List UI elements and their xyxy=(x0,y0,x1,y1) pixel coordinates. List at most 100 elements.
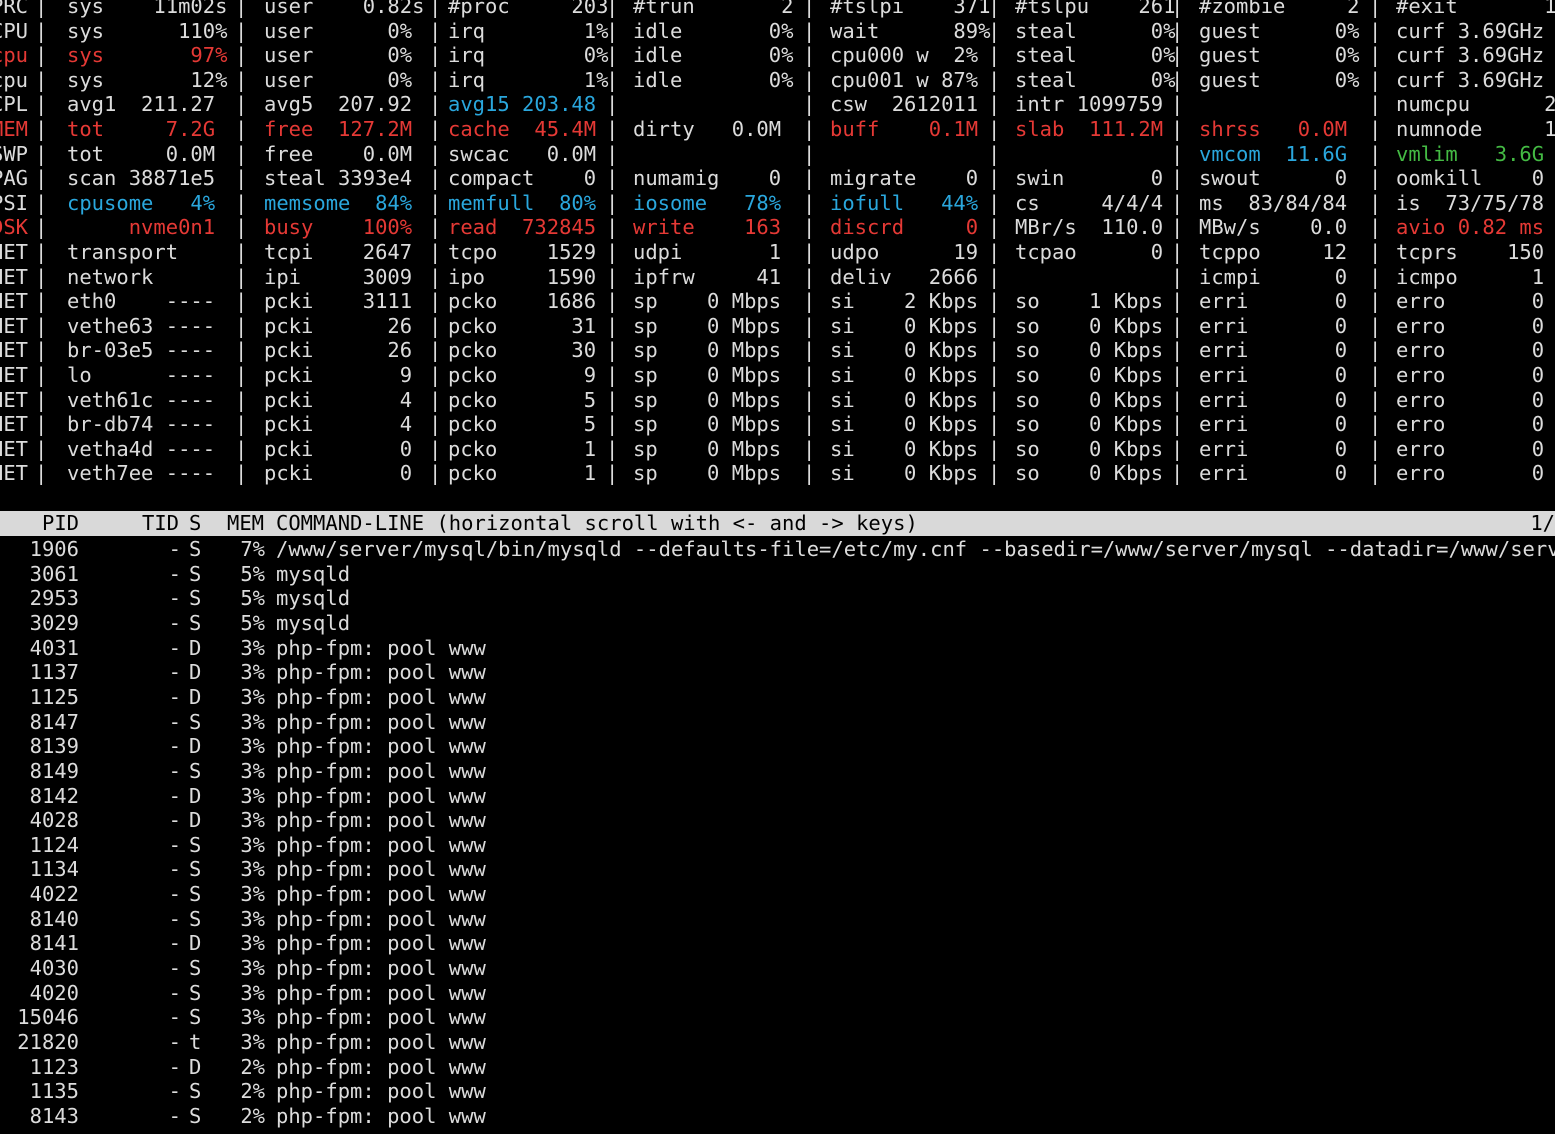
column-separator: | xyxy=(1171,436,1184,461)
process-state: S xyxy=(189,586,202,611)
process-row[interactable]: 1125 - D 3% php-fpm: pool www xyxy=(0,685,1555,710)
stat-cell: irq 1% xyxy=(448,18,609,43)
stat-cell: idle 0% xyxy=(633,67,794,92)
process-row[interactable]: 1124 - S 3% php-fpm: pool www xyxy=(0,833,1555,858)
stat-cell: curf 3.69GHz xyxy=(1396,43,1545,68)
process-mem: 2% xyxy=(240,1054,265,1079)
stat-row-label: NET xyxy=(0,412,29,437)
column-separator: | xyxy=(606,0,619,18)
process-row[interactable]: 3029 - S 5% mysqld xyxy=(0,611,1555,636)
stat-cell: icmpi 0 xyxy=(1199,264,1348,289)
process-row[interactable]: 8147 - S 3% php-fpm: pool www xyxy=(0,710,1555,735)
process-state: S xyxy=(189,857,202,882)
column-separator: | xyxy=(35,215,48,240)
column-separator: | xyxy=(1171,289,1184,314)
process-row[interactable]: 8139 - D 3% php-fpm: pool www xyxy=(0,734,1555,759)
process-state: D xyxy=(189,734,202,759)
stat-row-label: CPL xyxy=(0,92,29,117)
stat-cell: so 0 Kbps xyxy=(1015,313,1164,338)
column-separator: | xyxy=(606,166,619,191)
process-row[interactable]: 1123 - D 2% php-fpm: pool www xyxy=(0,1055,1555,1080)
process-state: S xyxy=(189,758,202,783)
stat-cell: sp 0 Mbps xyxy=(633,338,782,363)
column-separator: | xyxy=(606,190,619,215)
column-separator: | xyxy=(1369,141,1382,166)
column-separator: | xyxy=(235,67,248,92)
process-row[interactable]: 4020 - S 3% php-fpm: pool www xyxy=(0,981,1555,1006)
process-state: S xyxy=(189,1079,202,1104)
column-separator: | xyxy=(988,461,1001,486)
stat-cell: si 0 Kbps xyxy=(830,313,979,338)
process-row[interactable]: 1134 - S 3% php-fpm: pool www xyxy=(0,857,1555,882)
column-separator: | xyxy=(988,166,1001,191)
process-row[interactable]: 1135 - S 2% php-fpm: pool www xyxy=(0,1079,1555,1104)
column-separator: | xyxy=(1171,190,1184,215)
column-separator: | xyxy=(1369,43,1382,68)
column-separator: | xyxy=(606,240,619,264)
column-separator: | xyxy=(1369,166,1382,191)
process-row[interactable]: 4030 - S 3% php-fpm: pool www xyxy=(0,956,1555,981)
process-tid: - xyxy=(168,537,181,561)
stat-cell: irq 1% xyxy=(448,67,609,92)
stat-cell: transport xyxy=(67,240,179,264)
stat-cell: pcko 5 xyxy=(448,412,597,437)
process-row[interactable]: 8141 - D 3% php-fpm: pool www xyxy=(0,931,1555,956)
tid-column-header: TID xyxy=(142,511,180,535)
process-command: php-fpm: pool www xyxy=(276,758,486,783)
process-row[interactable]: 3061 - S 5% mysqld xyxy=(0,562,1555,587)
column-separator: | xyxy=(803,0,816,18)
process-command: php-fpm: pool www xyxy=(276,1030,486,1054)
column-separator: | xyxy=(429,92,442,117)
process-mem: 3% xyxy=(240,1030,265,1054)
pid-column-header: PID xyxy=(42,511,80,535)
column-separator: | xyxy=(429,461,442,486)
process-command: php-fpm: pool www xyxy=(276,808,486,833)
process-pid: 8142 xyxy=(29,783,79,808)
column-separator: | xyxy=(235,0,248,18)
stat-cell: si 0 Kbps xyxy=(830,461,979,486)
stat-cell: buff 0.1M xyxy=(830,117,979,141)
stat-cell: so 0 Kbps xyxy=(1015,363,1164,387)
process-row[interactable]: 4028 - D 3% php-fpm: pool www xyxy=(0,808,1555,833)
process-state: D xyxy=(189,808,202,833)
stat-cell: si 0 Kbps xyxy=(830,436,979,461)
stat-cell: si 0 Kbps xyxy=(830,387,979,412)
process-row[interactable]: 8143 - S 2% php-fpm: pool www xyxy=(0,1104,1555,1129)
stat-cell: sys 11m02s xyxy=(67,0,228,18)
stat-cell: avg1 211.27 xyxy=(67,92,216,117)
process-state: S xyxy=(189,906,202,931)
process-row[interactable]: 1137 - D 3% php-fpm: pool www xyxy=(0,660,1555,685)
process-row[interactable]: 4031 - D 3% php-fpm: pool www xyxy=(0,636,1555,661)
column-separator: | xyxy=(235,436,248,461)
process-row[interactable]: 8142 - D 3% php-fpm: pool www xyxy=(0,784,1555,809)
process-row[interactable]: 1906 - S 7% /www/server/mysql/bin/mysqld --d… xyxy=(0,537,1555,562)
column-separator: | xyxy=(606,67,619,92)
stat-cell: idle 0% xyxy=(633,18,794,43)
stat-cell: sys 97% xyxy=(67,43,228,68)
stat-row-label: PAG xyxy=(0,166,29,191)
stat-cell: numamig 0 xyxy=(633,166,782,191)
column-separator: | xyxy=(1369,289,1382,314)
column-separator: | xyxy=(235,289,248,314)
process-pid: 4031 xyxy=(29,635,79,660)
process-tid: - xyxy=(168,635,181,660)
stat-cell: si 0 Kbps xyxy=(830,412,979,437)
stat-cell: memsome 84% xyxy=(264,190,413,215)
process-row[interactable]: 15046 - S 3% php-fpm: pool www xyxy=(0,1005,1555,1030)
column-separator: | xyxy=(803,387,816,412)
process-row[interactable]: 8140 - S 3% php-fpm: pool www xyxy=(0,907,1555,932)
process-command: php-fpm: pool www xyxy=(276,882,486,907)
stat-cell: network xyxy=(67,264,154,289)
column-separator: | xyxy=(235,117,248,141)
stat-cell: erro 0 xyxy=(1396,436,1545,461)
process-state: D xyxy=(189,783,202,808)
process-command: /www/server/mysql/bin/mysqld --defaults-… xyxy=(276,537,1555,561)
stat-cell: vmcom 11.6G xyxy=(1199,141,1348,166)
process-row[interactable]: 8149 - S 3% php-fpm: pool www xyxy=(0,759,1555,784)
stat-cell: pcko 9 xyxy=(448,363,597,387)
process-row[interactable]: 2953 - S 5% mysqld xyxy=(0,586,1555,611)
process-row[interactable]: 21820 - t 3% php-fpm: pool www xyxy=(0,1030,1555,1055)
process-row[interactable]: 4022 - S 3% php-fpm: pool www xyxy=(0,882,1555,907)
stat-cell: free 127.2M xyxy=(264,117,413,141)
column-separator: | xyxy=(988,338,1001,363)
